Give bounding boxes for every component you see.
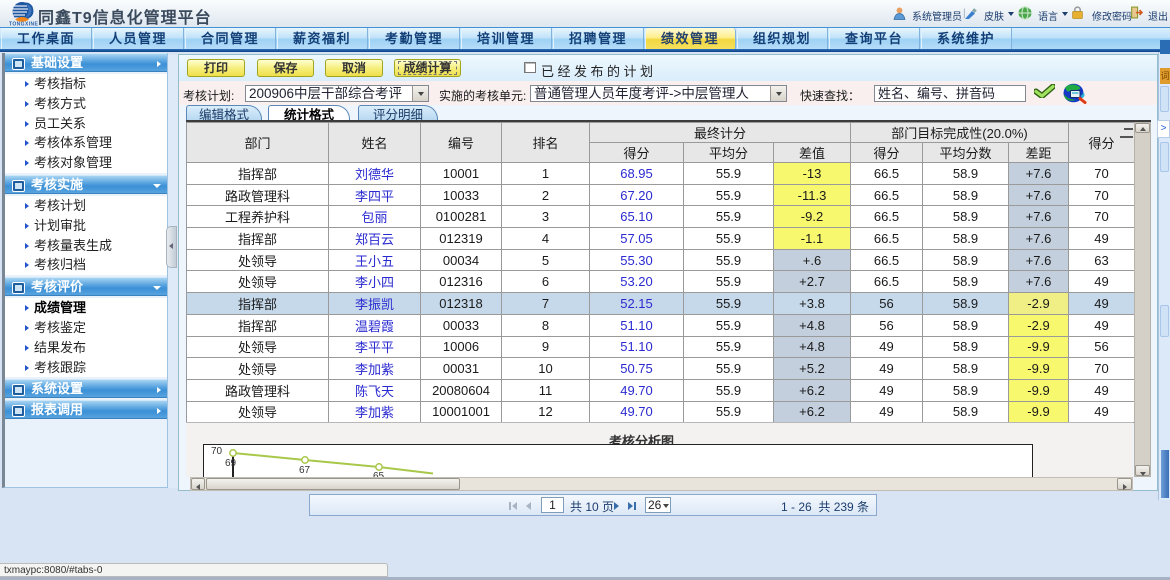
svg-text:67: 67 [299,465,311,476]
svg-text:70: 70 [211,446,223,457]
svg-text:69: 69 [225,458,237,469]
